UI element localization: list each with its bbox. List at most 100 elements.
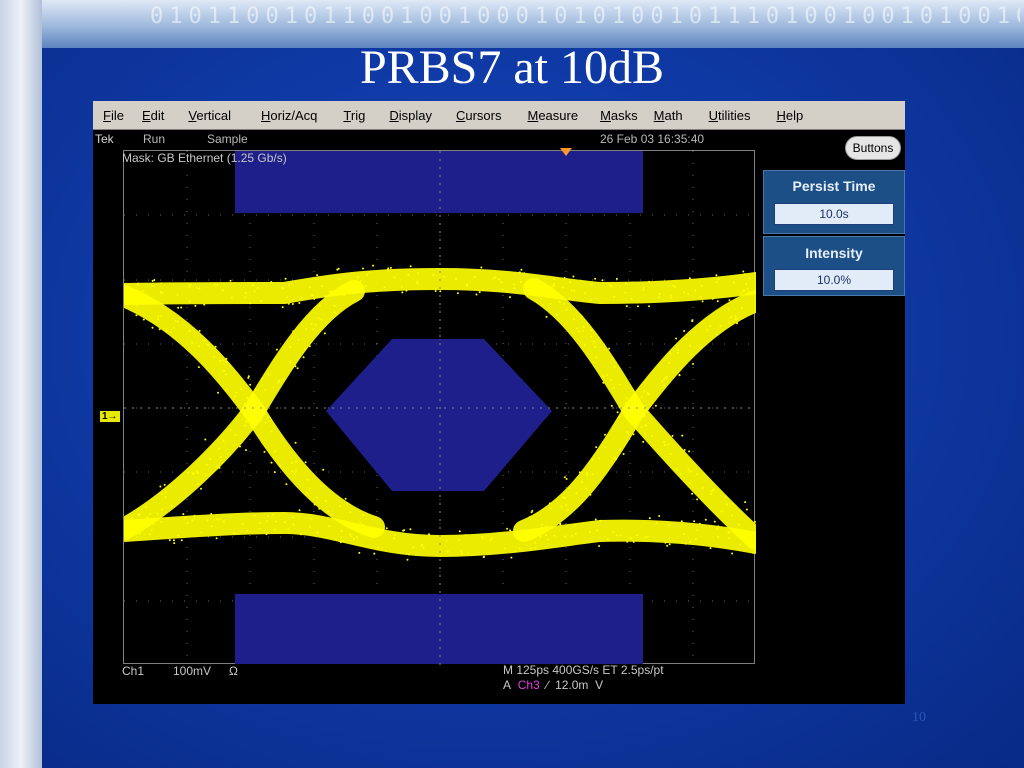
- eye-trace-speck: [158, 328, 161, 331]
- eye-trace-speck: [658, 293, 661, 295]
- eye-trace-speck: [717, 278, 720, 281]
- eye-trace-speck: [624, 402, 627, 405]
- menu-utilities[interactable]: Utilities: [709, 108, 751, 123]
- eye-trace-speck: [176, 293, 179, 296]
- menu-display[interactable]: Display: [389, 108, 432, 123]
- eye-trace-speck: [224, 373, 227, 376]
- trigger-prefix: A: [503, 678, 512, 692]
- eye-trace-speck: [392, 537, 395, 540]
- eye-trace-speck: [320, 485, 323, 488]
- eye-trace-speck: [412, 546, 415, 549]
- eye-trace-speck: [239, 445, 241, 448]
- eye-trace-speck: [498, 278, 501, 281]
- eye-trace-speck: [254, 388, 257, 391]
- eye-trace-speck: [275, 348, 278, 351]
- persist-time-field[interactable]: 10.0s: [774, 203, 894, 225]
- eye-trace-speck: [668, 362, 670, 365]
- eye-trace-speck: [196, 471, 199, 474]
- eye-trace-speck: [594, 277, 597, 280]
- eye-trace-speck: [253, 514, 256, 517]
- eye-trace-speck: [245, 449, 247, 452]
- eye-trace-speck: [460, 552, 463, 555]
- eye-trace-speck: [642, 286, 645, 289]
- buttons-button[interactable]: Buttons: [845, 136, 901, 160]
- eye-trace-speck: [261, 377, 263, 380]
- eye-trace-speck: [560, 505, 563, 508]
- eye-trace-speck: [258, 527, 261, 530]
- eye-trace-speck: [274, 520, 277, 523]
- trigger-position-icon[interactable]: [560, 148, 572, 156]
- eye-trace-speck: [645, 424, 647, 427]
- menu-cursors[interactable]: Cursors: [456, 108, 502, 123]
- eye-trace-speck: [188, 329, 191, 332]
- eye-trace-speck: [290, 461, 293, 464]
- menu-math[interactable]: Math: [654, 108, 683, 123]
- eye-trace-speck: [615, 534, 618, 537]
- eye-trace-speck: [748, 277, 751, 280]
- eye-trace-speck: [174, 320, 177, 322]
- eye-trace-speck: [683, 291, 685, 294]
- eye-trace-speck: [710, 493, 712, 496]
- eye-trace-speck: [544, 529, 547, 532]
- eye-trace-speck: [136, 304, 139, 307]
- impedance-symbol: Ω: [229, 664, 238, 678]
- eye-trace-speck: [138, 513, 141, 516]
- eye-trace-speck: [277, 381, 280, 384]
- eye-trace-speck: [715, 280, 718, 283]
- eye-trace-speck: [540, 526, 543, 529]
- eye-trace-speck: [646, 391, 649, 394]
- menu-masks[interactable]: Masks: [600, 108, 638, 123]
- eye-trace-speck: [353, 538, 355, 540]
- eye-trace-speck: [131, 294, 134, 297]
- eye-trace-speck: [736, 322, 739, 325]
- eye-trace-speck: [164, 496, 167, 499]
- eye-trace-speck: [153, 279, 156, 281]
- eye-trace-speck: [152, 521, 154, 524]
- eye-trace-speck: [269, 419, 272, 422]
- eye-trace-speck: [523, 272, 526, 275]
- eye-trace-speck: [243, 402, 246, 405]
- eye-trace-speck: [631, 404, 634, 407]
- ch1-ground-marker[interactable]: 1→: [100, 411, 120, 422]
- menu-measure[interactable]: Measure: [527, 108, 578, 123]
- intensity-field[interactable]: 10.0%: [774, 269, 894, 291]
- eye-trace-speck: [670, 296, 673, 299]
- menu-horiz-acq[interactable]: Horiz/Acq: [261, 108, 317, 123]
- eye-trace-speck: [541, 523, 544, 526]
- menu-edit[interactable]: Edit: [142, 108, 164, 123]
- run-state: Run: [143, 132, 166, 146]
- menu-file[interactable]: File: [103, 108, 124, 123]
- eye-trace-speck: [210, 525, 213, 528]
- eye-trace-speck: [501, 288, 504, 291]
- eye-trace-speck: [327, 510, 330, 513]
- eye-trace-speck: [141, 290, 144, 293]
- eye-trace-speck: [247, 375, 250, 378]
- eye-trace-speck: [267, 515, 270, 517]
- menu-vertical[interactable]: Vertical: [188, 108, 231, 123]
- eye-trace-speck: [687, 468, 690, 471]
- eye-trace-speck: [594, 345, 597, 348]
- eye-trace-speck: [689, 344, 691, 347]
- eye-trace-speck: [728, 299, 731, 302]
- eye-trace-speck: [661, 380, 664, 383]
- eye-trace-speck: [568, 487, 571, 490]
- eye-trace-speck: [187, 471, 190, 474]
- waveform-display[interactable]: [123, 150, 756, 665]
- eye-trace-speck: [682, 533, 685, 536]
- eye-trace-speck: [316, 496, 319, 499]
- menu-help[interactable]: Help: [776, 108, 803, 123]
- eye-trace-speck: [625, 397, 628, 400]
- eye-trace-speck: [565, 504, 568, 507]
- eye-trace-speck: [159, 485, 162, 488]
- eye-trace-speck: [658, 515, 661, 517]
- eye-trace-speck: [666, 544, 669, 547]
- eye-trace-speck: [134, 522, 137, 525]
- eye-trace-speck: [225, 361, 228, 364]
- eye-trace-speck: [244, 420, 247, 423]
- menu-trig[interactable]: Trig: [343, 108, 365, 123]
- eye-trace-speck: [604, 446, 607, 449]
- eye-trace-speck: [610, 404, 613, 407]
- eye-trace-speck: [343, 294, 346, 297]
- eye-trace-speck: [590, 283, 593, 286]
- eye-trace-speck: [292, 523, 295, 526]
